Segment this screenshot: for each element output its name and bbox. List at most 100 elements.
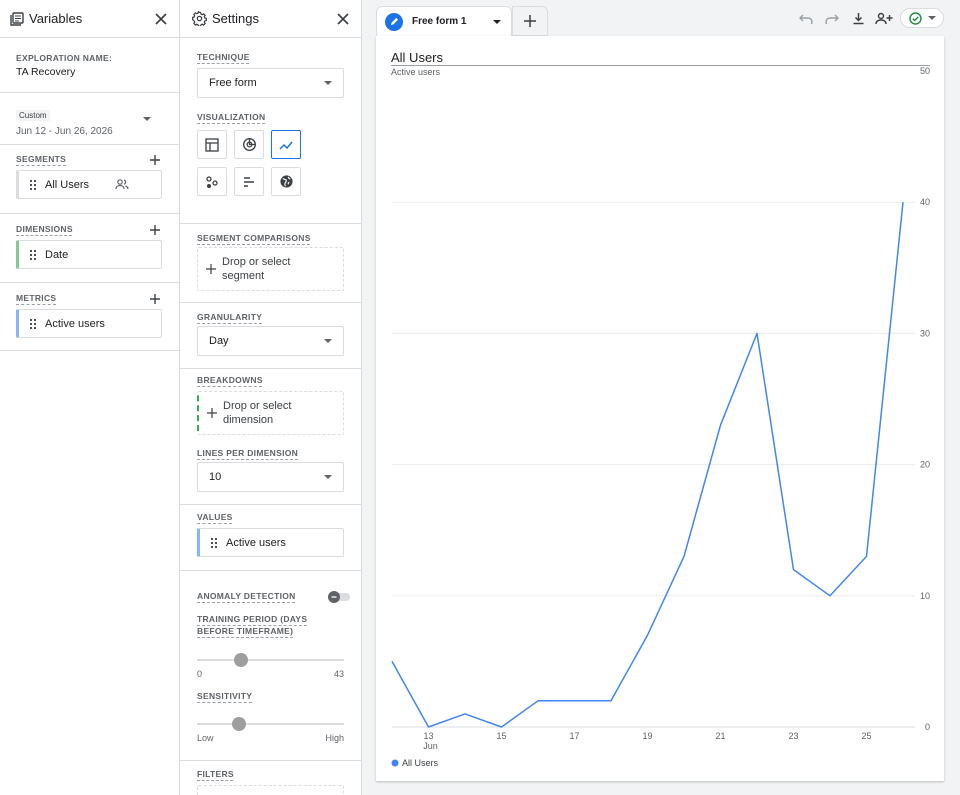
granularity-select[interactable]: Day bbox=[197, 326, 344, 356]
training-slider[interactable] bbox=[197, 653, 344, 667]
date-range-text: Jun 12 - Jun 26, 2026 bbox=[16, 126, 113, 137]
undo-icon bbox=[799, 14, 813, 24]
bar-chart-icon bbox=[242, 175, 256, 189]
y-tick-label: 40 bbox=[920, 197, 930, 207]
training-min: 0 bbox=[197, 669, 203, 679]
segment-drop-text: Drop or select segment bbox=[222, 256, 291, 282]
tab-free-form-1[interactable]: Free form 1 bbox=[376, 6, 512, 36]
drag-handle-icon[interactable] bbox=[29, 249, 37, 261]
data-point bbox=[901, 200, 906, 205]
training-label: TRAINING PERIOD (DAYS BEFORE TIMEFRAME) bbox=[197, 614, 308, 636]
data-point bbox=[426, 725, 431, 730]
undo-button[interactable] bbox=[796, 8, 816, 28]
exploration-name-section: EXPLORATION NAME: TA Recovery bbox=[0, 38, 179, 93]
date-range-picker[interactable]: Custom Jun 12 - Jun 26, 2026 bbox=[0, 93, 179, 145]
x-tick-label: 25 bbox=[861, 731, 871, 741]
legend-swatch bbox=[391, 759, 399, 767]
granularity-value: Day bbox=[209, 335, 229, 347]
values-chip-label: Active users bbox=[226, 536, 286, 549]
dimensions-section: DIMENSIONS Date bbox=[0, 214, 179, 283]
variables-panel: Variables EXPLORATION NAME: TA Recovery … bbox=[0, 0, 180, 795]
variables-title: Variables bbox=[29, 11, 83, 26]
segment-drop-zone[interactable]: Drop or select segment bbox=[197, 247, 344, 291]
check-circle-icon bbox=[908, 11, 922, 25]
scatter-plot-icon bbox=[205, 175, 219, 189]
line-chart[interactable]: 0 10 20 30 40 50 13Jun 15 17 19 21 23 25 All Users bbox=[376, 36, 944, 781]
chevron-down-icon bbox=[324, 339, 332, 343]
y-tick-label: 20 bbox=[920, 460, 930, 470]
exploration-name-input[interactable]: TA Recovery bbox=[16, 66, 163, 78]
anomaly-section: ANOMALY DETECTION TRAINING PERIOD (DAYS … bbox=[180, 571, 361, 761]
viz-donut-button[interactable] bbox=[234, 130, 264, 159]
metric-chip-label: Active users bbox=[45, 317, 105, 330]
viz-table-button[interactable] bbox=[197, 130, 227, 159]
breakdown-drop-zone[interactable]: Drop or select dimension bbox=[197, 391, 344, 435]
data-point bbox=[791, 567, 796, 572]
sensitivity-slider-track bbox=[197, 723, 344, 725]
lines-per-dimension-select[interactable]: 10 bbox=[197, 462, 344, 492]
segments-label: SEGMENTS bbox=[16, 154, 67, 164]
table-icon bbox=[205, 137, 219, 152]
download-button[interactable] bbox=[848, 8, 868, 28]
settings-title: Settings bbox=[212, 11, 259, 26]
x-tick-label: 17 bbox=[569, 731, 579, 741]
x-tick-label: 21 bbox=[715, 731, 725, 741]
training-range: 0 43 bbox=[197, 669, 344, 679]
redo-button[interactable] bbox=[822, 8, 842, 28]
granularity-label: GRANULARITY bbox=[197, 312, 263, 322]
technique-select[interactable]: Free form bbox=[197, 68, 344, 98]
filter-drop-zone[interactable] bbox=[197, 785, 344, 795]
dimension-chip-label: Date bbox=[45, 248, 69, 261]
values-chip-active-users[interactable]: Active users bbox=[197, 528, 344, 557]
sensitivity-slider-thumb[interactable] bbox=[231, 717, 246, 731]
close-variables-icon[interactable] bbox=[153, 11, 169, 27]
metric-chip-active-users[interactable]: Active users bbox=[16, 309, 162, 338]
add-tab-button[interactable] bbox=[512, 6, 548, 36]
data-point bbox=[828, 593, 833, 598]
viz-geo-button[interactable] bbox=[271, 167, 301, 196]
breakdown-drop-text: Drop or select dimension bbox=[223, 400, 292, 426]
date-badge: Custom bbox=[16, 110, 50, 121]
drag-handle-icon[interactable] bbox=[29, 179, 37, 191]
toolbar bbox=[796, 8, 944, 28]
chart-card: All Users Active users 0 10 20 30 40 50 13 Jun 1… bbox=[376, 36, 944, 781]
visualization-grid bbox=[197, 130, 344, 196]
settings-panel: Settings TECHNIQUE Free form VISUALIZATI… bbox=[180, 0, 362, 795]
training-slider-track bbox=[197, 659, 344, 661]
date-dropdown-icon bbox=[143, 117, 151, 121]
drag-handle-icon[interactable] bbox=[210, 537, 218, 549]
sensitivity-slider[interactable] bbox=[197, 717, 344, 731]
globe-icon bbox=[279, 174, 294, 189]
pencil-icon bbox=[385, 12, 403, 31]
anomaly-toggle[interactable] bbox=[327, 590, 350, 603]
add-dimension-icon[interactable] bbox=[149, 224, 161, 236]
viz-scatter-button[interactable] bbox=[197, 167, 227, 196]
breakdowns-label: BREAKDOWNS bbox=[197, 375, 263, 385]
add-segment-icon[interactable] bbox=[149, 154, 161, 166]
variables-icon bbox=[10, 11, 24, 26]
data-point bbox=[572, 698, 577, 703]
sensitivity-max: High bbox=[325, 733, 344, 743]
add-metric-icon[interactable] bbox=[149, 293, 161, 305]
data-point bbox=[682, 554, 687, 559]
plus-icon bbox=[206, 264, 216, 274]
close-settings-icon[interactable] bbox=[335, 11, 351, 27]
data-point bbox=[609, 698, 614, 703]
viz-bar-button[interactable] bbox=[234, 167, 264, 196]
viz-empty-cell bbox=[308, 130, 338, 159]
x-tick-label: 23 bbox=[788, 731, 798, 741]
tab-menu-icon[interactable] bbox=[493, 19, 501, 24]
share-button[interactable] bbox=[874, 8, 894, 28]
training-slider-thumb[interactable] bbox=[234, 653, 249, 667]
values-label: VALUES bbox=[197, 512, 233, 522]
drag-handle-icon[interactable] bbox=[29, 318, 37, 330]
granularity-section: GRANULARITY Day bbox=[180, 303, 361, 369]
viz-line-button[interactable] bbox=[271, 130, 301, 159]
tab-label: Free form 1 bbox=[412, 16, 467, 27]
dimension-chip-date[interactable]: Date bbox=[16, 240, 162, 269]
tab-bar: Free form 1 bbox=[362, 0, 960, 36]
segment-chip-all-users[interactable]: All Users bbox=[16, 170, 162, 199]
segment-chip-label: All Users bbox=[45, 178, 90, 191]
status-dropdown[interactable] bbox=[900, 8, 944, 28]
y-tick-label: 50 bbox=[920, 66, 930, 76]
